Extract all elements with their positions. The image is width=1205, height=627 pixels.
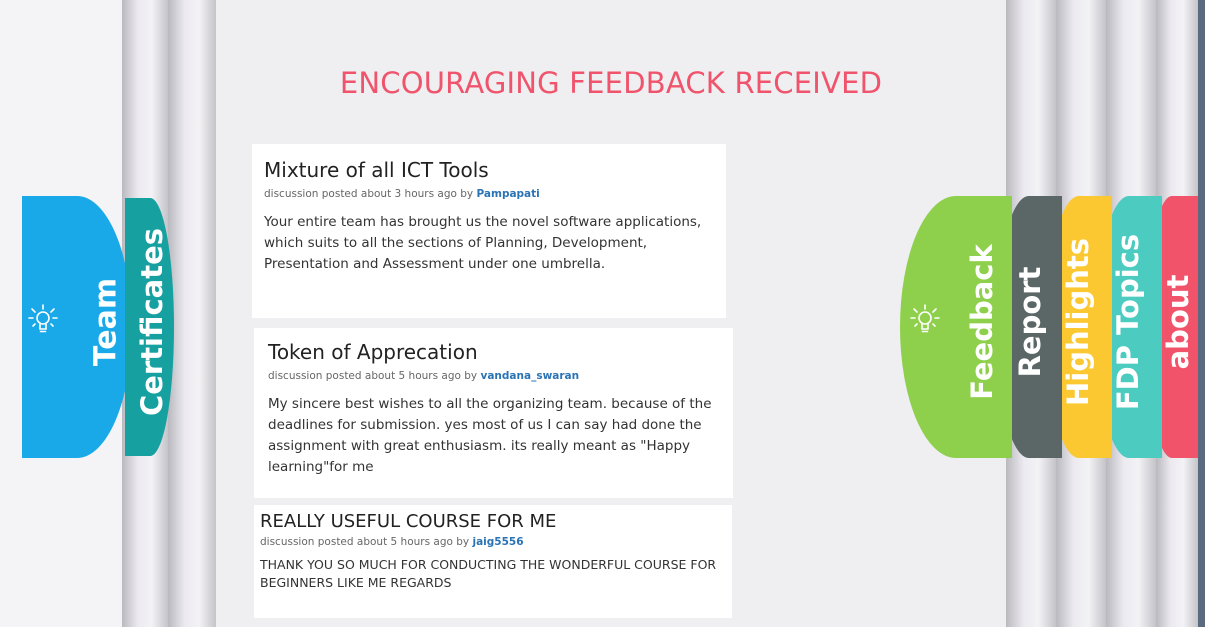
page-strip <box>168 0 216 627</box>
feedback-meta-text: discussion posted about 5 hours ago by <box>260 536 470 548</box>
feedback-title: Mixture of all ICT Tools <box>264 158 489 182</box>
feedback-meta-text: discussion posted about 5 hours ago by <box>268 370 478 382</box>
tab-feedback-label: Feedback <box>965 244 999 400</box>
author-link[interactable]: Pampapati <box>477 188 540 200</box>
feedback-body: THANK YOU SO MUCH FOR CONDUCTING THE WON… <box>260 557 717 590</box>
page-title: ENCOURAGING FEEDBACK RECEIVED <box>339 66 883 100</box>
author-link[interactable]: jaig5556 <box>473 536 524 548</box>
feedback-meta: discussion posted about 5 hours ago by v… <box>268 370 719 382</box>
feedback-card: Mixture of all ICT Tools discussion post… <box>252 144 726 318</box>
tab-certificates-label: Certificates <box>135 227 169 417</box>
tab-report-label: Report <box>1013 266 1047 378</box>
tab-about-label: about <box>1161 274 1195 370</box>
page-edge <box>1198 0 1205 627</box>
feedback-title: Token of Apprecation <box>268 340 478 364</box>
lightbulb-icon <box>910 303 940 342</box>
feedback-meta: discussion posted about 5 hours ago by j… <box>260 536 726 548</box>
feedback-body: Your entire team has brought us the nove… <box>264 214 702 272</box>
tab-highlights-label: Highlights <box>1061 237 1095 407</box>
tab-fdp-topics-label: FDP Topics <box>1111 233 1145 411</box>
feedback-body: My sincere best wishes to all the organi… <box>268 396 712 475</box>
feedback-card: REALLY USEFUL COURSE FOR ME discussion p… <box>254 505 732 618</box>
feedback-meta: discussion posted about 3 hours ago by P… <box>264 188 714 200</box>
lightbulb-icon <box>28 303 58 342</box>
tab-team-label: Team <box>88 277 124 367</box>
feedback-title: REALLY USEFUL COURSE FOR ME <box>260 511 557 532</box>
feedback-card: Token of Apprecation discussion posted a… <box>254 328 733 498</box>
feedback-meta-text: discussion posted about 3 hours ago by <box>264 188 474 200</box>
author-link[interactable]: vandana_swaran <box>481 370 580 382</box>
